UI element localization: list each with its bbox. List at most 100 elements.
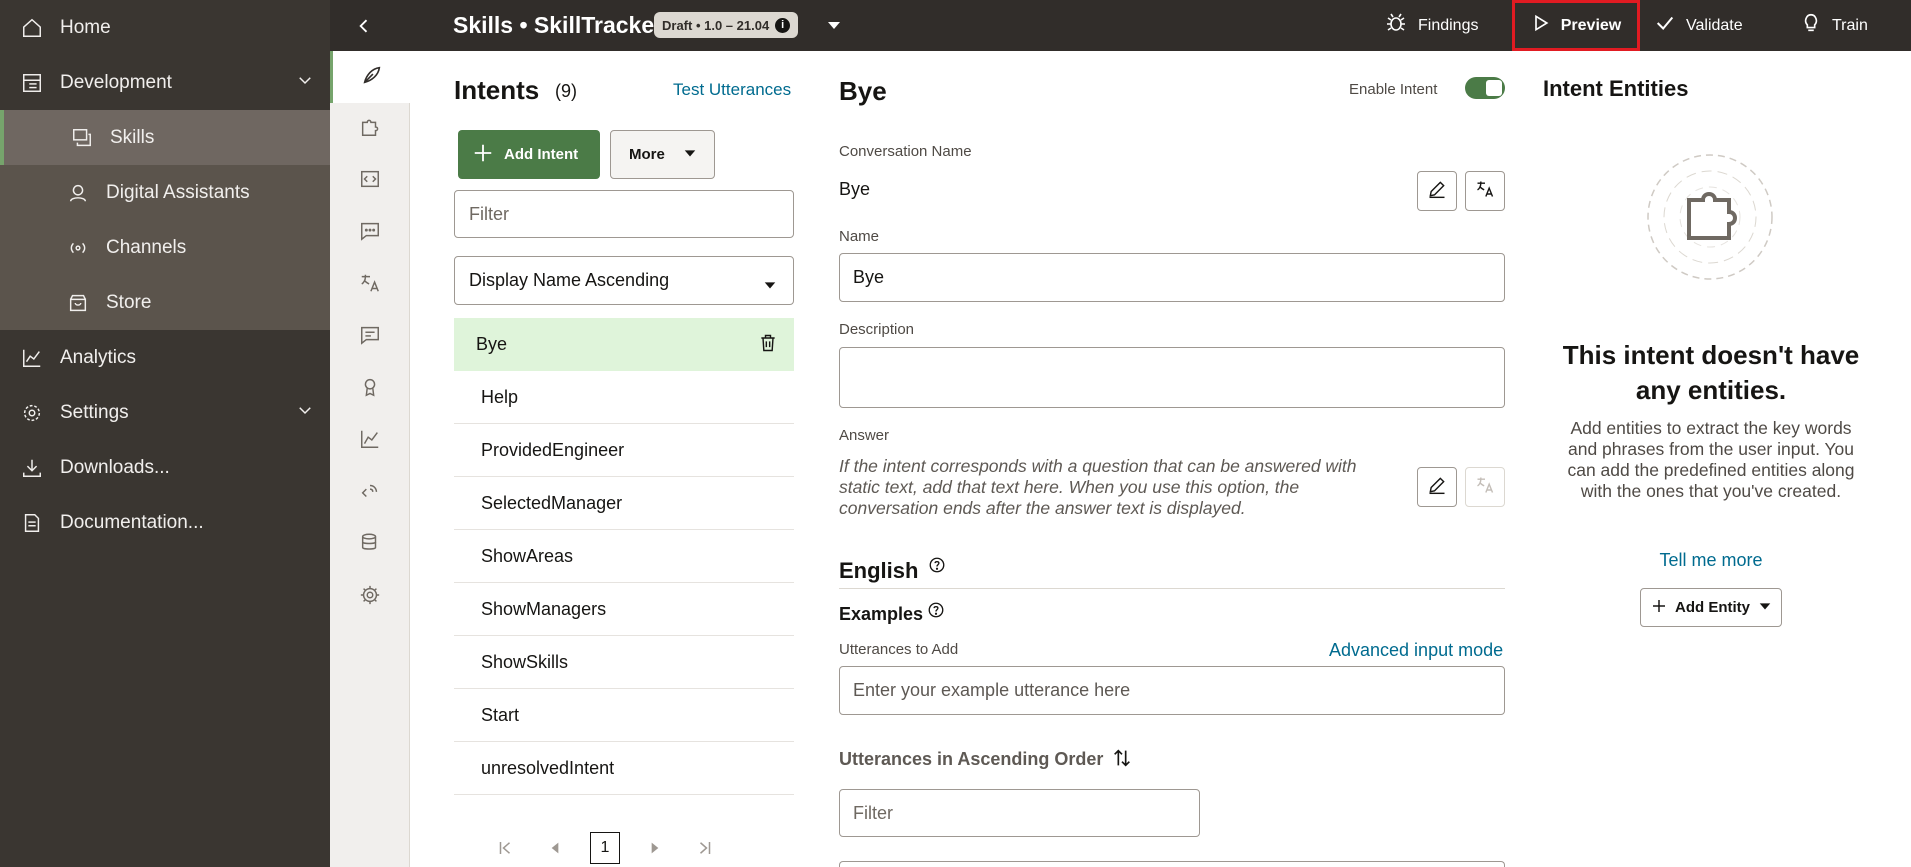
intent-row-unresolvedintent[interactable]: unresolvedIntent (454, 742, 794, 795)
nav-label: Analytics (60, 346, 137, 368)
intent-row-providedengineer[interactable]: ProvidedEngineer (454, 424, 794, 477)
intent-row-showskills[interactable]: ShowSkills (454, 636, 794, 689)
sort-order-select[interactable]: Display Name Ascending (454, 256, 794, 305)
rail-data[interactable] (330, 519, 410, 571)
intent-filter-input[interactable] (454, 190, 794, 238)
enable-intent-toggle[interactable] (1465, 77, 1505, 99)
current-page[interactable]: 1 (590, 832, 620, 864)
nav-label: Downloads... (60, 456, 170, 478)
nav-item-documentation[interactable]: Documentation... (0, 495, 330, 550)
rail-flows[interactable] (330, 155, 410, 207)
rail-translation[interactable] (330, 259, 410, 311)
language-heading: English (839, 558, 919, 583)
help-icon[interactable] (928, 556, 946, 579)
next-page-icon[interactable] (630, 840, 680, 856)
intent-name-input[interactable]: Bye (839, 253, 1505, 302)
utterance-input[interactable] (839, 666, 1505, 715)
nav-item-settings[interactable]: Settings (0, 385, 330, 440)
intent-name: ShowManagers (481, 598, 607, 619)
description-input[interactable] (839, 347, 1505, 408)
version-badge[interactable]: Draft • 1.0 – 21.04 i (654, 12, 799, 38)
nav-item-channels[interactable]: Channels (0, 220, 330, 275)
code-signal-icon (359, 480, 381, 507)
intent-name-value: Bye (853, 267, 885, 287)
rail-qna[interactable] (330, 311, 410, 363)
message-lines-icon (359, 324, 381, 351)
rail-entities[interactable] (330, 103, 410, 155)
nav-item-home[interactable]: Home (0, 0, 330, 55)
rail-resource-bundles[interactable] (330, 207, 410, 259)
preview-button[interactable]: Preview (1512, 0, 1640, 51)
train-button[interactable]: Train (1800, 0, 1868, 51)
rail-insights[interactable] (330, 415, 410, 467)
nav-label: Channels (106, 236, 187, 258)
pencil-icon (1427, 179, 1447, 204)
info-icon[interactable]: i (775, 17, 791, 33)
nav-item-digital-assistants[interactable]: Digital Assistants (0, 165, 330, 220)
tell-me-more-link[interactable]: Tell me more (1543, 550, 1879, 571)
add-intent-button[interactable]: Add Intent (458, 130, 600, 179)
conversation-name-label: Conversation Name (839, 143, 972, 160)
edit-conversation-name-button[interactable] (1417, 171, 1457, 211)
rail-settings[interactable] (330, 571, 410, 623)
nav-item-analytics[interactable]: Analytics (0, 330, 330, 385)
answer-placeholder[interactable]: If the intent corresponds with a questio… (839, 456, 1399, 519)
add-entity-label: Add Entity (1675, 599, 1750, 616)
pencil-icon (1427, 475, 1447, 500)
translate-icon (1475, 179, 1495, 204)
sort-toggle-icon[interactable] (1111, 747, 1133, 774)
intent-name: unresolvedIntent (481, 757, 615, 778)
utterances-order-heading: Utterances in Ascending Order (839, 749, 1104, 769)
translate-conversation-name-button[interactable] (1465, 171, 1505, 211)
nav-item-skills[interactable]: Skills (0, 110, 330, 165)
intent-row-help[interactable]: Help (454, 371, 794, 424)
utterance-filter-input[interactable] (839, 789, 1200, 837)
chevron-down-icon (296, 71, 314, 95)
sort-value: Display Name Ascending (469, 270, 670, 290)
first-page-icon[interactable] (480, 839, 530, 857)
add-entity-button[interactable]: Add Entity (1640, 588, 1782, 627)
intent-row-start[interactable]: Start (454, 689, 794, 742)
test-utterances-link[interactable]: Test Utterances (673, 80, 791, 100)
chat-bubble-icon (359, 220, 381, 247)
nav-label: Skills (110, 126, 155, 148)
home-icon (20, 16, 44, 40)
collapse-nav-button[interactable] (350, 12, 378, 40)
nav-label: Store (106, 291, 152, 313)
last-page-icon[interactable] (680, 839, 730, 857)
nav-item-downloads[interactable]: Downloads... (0, 440, 330, 495)
previous-page-icon[interactable] (530, 840, 580, 856)
intent-name: ProvidedEngineer (481, 439, 625, 460)
intent-row-showareas[interactable]: ShowAreas (454, 530, 794, 583)
intent-entities-heading: Intent Entities (1543, 76, 1689, 101)
intent-title: Bye (839, 76, 887, 106)
translate-icon (1475, 475, 1495, 500)
trash-icon[interactable] (758, 333, 778, 358)
nav-item-store[interactable]: Store (0, 275, 330, 330)
digital-assistants-icon (66, 181, 90, 205)
section-divider (839, 588, 1505, 589)
intent-row-selectedmanager[interactable]: SelectedManager (454, 477, 794, 530)
chart-icon (359, 428, 381, 455)
rail-intents[interactable] (330, 51, 410, 103)
validate-button[interactable]: Validate (1654, 0, 1743, 51)
nav-item-development[interactable]: Development (0, 55, 330, 110)
rail-quality[interactable] (330, 363, 410, 415)
plus-icon (1651, 598, 1667, 618)
rail-components[interactable] (330, 467, 410, 519)
skill-icon-rail (330, 51, 410, 867)
chevron-down-icon (296, 401, 314, 425)
help-icon[interactable] (927, 601, 945, 624)
advanced-input-mode-link[interactable]: Advanced input mode (1329, 640, 1503, 661)
version-menu-caret-icon[interactable] (826, 17, 842, 38)
intent-row-showmanagers[interactable]: ShowManagers (454, 583, 794, 636)
findings-button[interactable]: Findings (1384, 0, 1478, 51)
intent-row-bye[interactable]: Bye (454, 318, 794, 371)
more-menu-button[interactable]: More (610, 130, 715, 179)
gear-icon (359, 584, 381, 611)
edit-answer-button[interactable] (1417, 467, 1457, 507)
page-title: Skills • SkillTracker (453, 12, 664, 38)
download-icon (20, 456, 44, 480)
train-label: Train (1832, 16, 1868, 34)
left-navigation: Home Development Skills Digital Assistan… (0, 0, 330, 867)
